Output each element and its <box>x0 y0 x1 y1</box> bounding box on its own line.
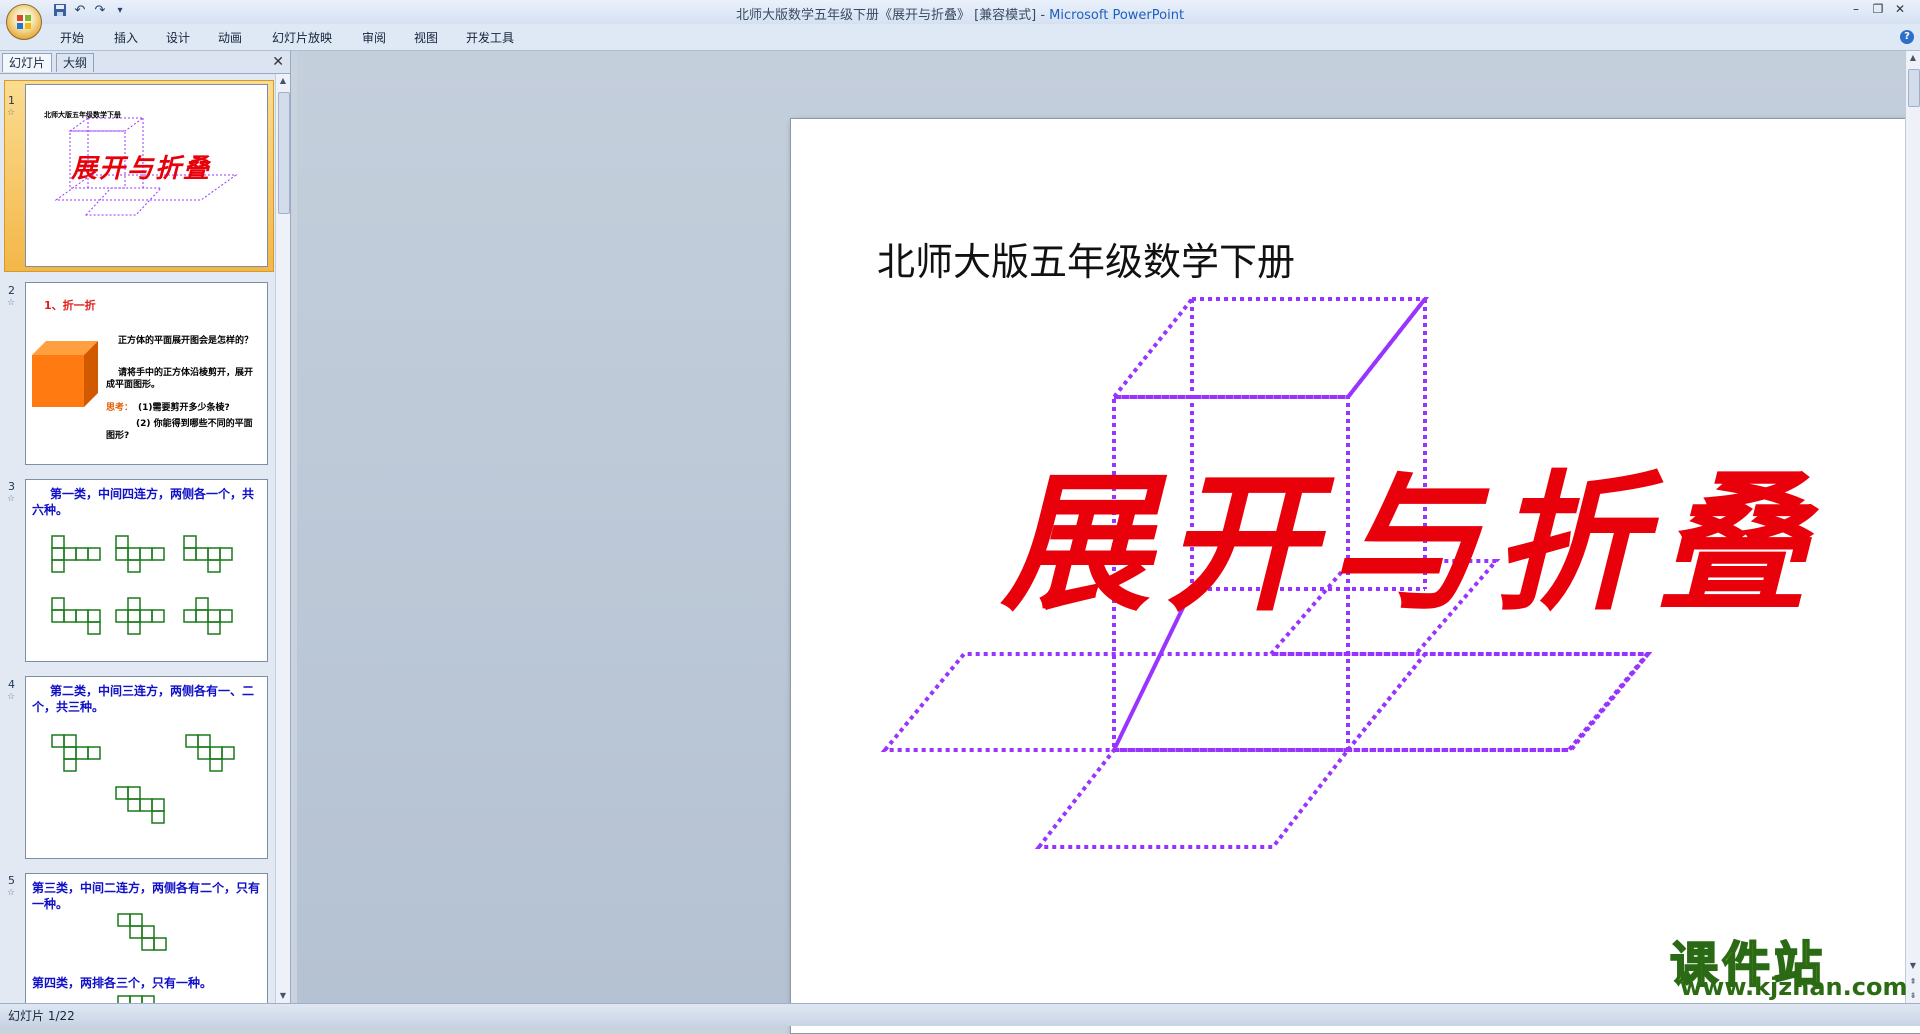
office-button[interactable] <box>6 4 42 40</box>
scroll-up-icon[interactable]: ▲ <box>1906 51 1920 65</box>
panel-tabs: 幻灯片 大纲 ✕ <box>0 51 290 74</box>
scrollbar-thumb[interactable] <box>278 92 290 214</box>
thumbnail-title: 展开与折叠 <box>71 154 212 184</box>
net-shapes-diagram <box>51 535 233 635</box>
thumbnail-line: 请将手中的正方体沿棱剪开，展开成平面图形。 <box>106 368 254 390</box>
thumbnail-heading: 第四类，两排各三个，只有一种。 <box>32 976 213 990</box>
tab-slideshow[interactable]: 幻灯片放映 <box>272 29 332 46</box>
slide-thumbnail-1[interactable]: 北师大版五年级数学下册 展开与折叠 <box>25 84 268 267</box>
net-shapes-diagram <box>51 734 235 824</box>
tab-outline[interactable]: 大纲 <box>56 53 95 72</box>
tab-insert[interactable]: 插入 <box>114 29 138 46</box>
slide-thumbnail-5[interactable]: 第三类，中间二连方，两侧各有二个，只有一种。 第四类，两排各三个，只有一种。 <box>25 873 268 1003</box>
thumbnail-number: 3 <box>8 480 15 493</box>
tab-developer[interactable]: 开发工具 <box>466 29 514 46</box>
watermark-logo: 课件站 www.kjzhan.com <box>1669 925 1907 1001</box>
tab-view[interactable]: 视图 <box>414 29 438 46</box>
slide-thumbnail-2[interactable]: 1、折一折 正方体的平面展开图会是怎样的？ 请将手中的正方体沿棱剪开，展开成平面… <box>25 282 268 465</box>
slide-thumbnail-4[interactable]: 第二类，中间三连方，两侧各有一、二个，共三种。 <box>25 676 268 859</box>
tab-slides[interactable]: 幻灯片 <box>2 53 53 72</box>
close-panel-icon[interactable]: ✕ <box>272 54 284 70</box>
orange-cube-icon <box>32 341 98 407</box>
tab-animation[interactable]: 动画 <box>218 29 242 46</box>
title-bar: ↶ ↷ ▾ 北师大版数学五年级下册《展开与折叠》 [兼容模式] - Micros… <box>0 0 1920 40</box>
status-bar: 幻灯片 1/22 <box>0 1003 1920 1026</box>
slide-thumbnail-3[interactable]: 第一类，中间四连方，两侧各一个，共六种。 <box>25 479 268 662</box>
restore-button[interactable]: ❐ <box>1868 1 1888 17</box>
thumbnail-subtitle: 北师大版五年级数学下册 <box>44 111 121 119</box>
slide-editing-area: 北师大版五年级数学下册 展开与折叠 <box>297 51 1920 1034</box>
minimize-button[interactable]: – <box>1846 1 1866 17</box>
ribbon-tabs: 开始 插入 设计 动画 幻灯片放映 审阅 视图 开发工具 ? <box>0 24 1920 51</box>
scrollbar-thumb[interactable] <box>1908 69 1920 107</box>
scroll-down-icon[interactable]: ▼ <box>276 989 290 1003</box>
thumbnail-scrollbar[interactable]: ▲ ▼ <box>275 74 290 1003</box>
thumbnail-line: 正方体的平面展开图会是怎样的？ <box>118 336 254 346</box>
animation-star-icon: ☆ <box>7 692 16 702</box>
thumbnail-question: (2) 你能得到哪些不同的平面图形? <box>106 419 253 441</box>
help-icon[interactable]: ? <box>1900 30 1914 44</box>
close-button[interactable]: ✕ <box>1890 1 1910 17</box>
animation-star-icon: ☆ <box>7 888 16 898</box>
thumbnail-list: 1 ☆ 北师大版五年级数学下册 展开与折叠 2 ☆ 1、折一折 正方体的平面展开… <box>0 74 274 1003</box>
thumbnail-think-label: 思考： <box>106 403 134 413</box>
thumbnail-heading: 1、折一折 <box>44 299 96 312</box>
thumbnail-number: 5 <box>8 874 15 887</box>
slide-scrollbar[interactable]: ▲ ▼ ⇞ ⇟ <box>1905 51 1920 1003</box>
tab-design[interactable]: 设计 <box>166 29 190 46</box>
thumbnail-number: 4 <box>8 678 15 691</box>
thumbnail-number: 1 <box>8 94 15 107</box>
tab-review[interactable]: 审阅 <box>362 29 386 46</box>
thumbnail-question: (1)需要剪开多少条棱? <box>138 403 230 413</box>
window-title: 北师大版数学五年级下册《展开与折叠》 [兼容模式] - Microsoft Po… <box>0 4 1920 23</box>
tab-home[interactable]: 开始 <box>60 29 84 46</box>
animation-star-icon: ☆ <box>7 298 16 308</box>
scroll-down-icon[interactable]: ▼ <box>1906 959 1920 973</box>
next-slide-icon[interactable]: ⇟ <box>1906 989 1920 1003</box>
animation-star-icon: ☆ <box>7 108 16 118</box>
window-title-doc: 北师大版数学五年级下册《展开与折叠》 [兼容模式] - <box>735 8 1050 23</box>
slide-subtitle[interactable]: 北师大版五年级数学下册 <box>877 231 1295 286</box>
current-slide[interactable]: 北师大版五年级数学下册 展开与折叠 <box>790 118 1920 1034</box>
watermark-url: www.kjzhan.com <box>1680 973 1908 1001</box>
office-logo-icon <box>17 15 31 29</box>
slide-counter: 幻灯片 1/22 <box>8 1009 75 1023</box>
previous-slide-icon[interactable]: ⇞ <box>1906 975 1920 989</box>
slide-title[interactable]: 展开与折叠 <box>1001 459 1821 629</box>
animation-star-icon: ☆ <box>7 494 16 504</box>
slides-panel: 幻灯片 大纲 ✕ 1 ☆ 北师大版五年级数学下册 展开与折叠 2 ☆ 1、折一折… <box>0 51 291 1003</box>
thumbnail-number: 2 <box>8 284 15 297</box>
scroll-up-icon[interactable]: ▲ <box>276 74 290 88</box>
window-title-app: Microsoft PowerPoint <box>1049 8 1185 23</box>
